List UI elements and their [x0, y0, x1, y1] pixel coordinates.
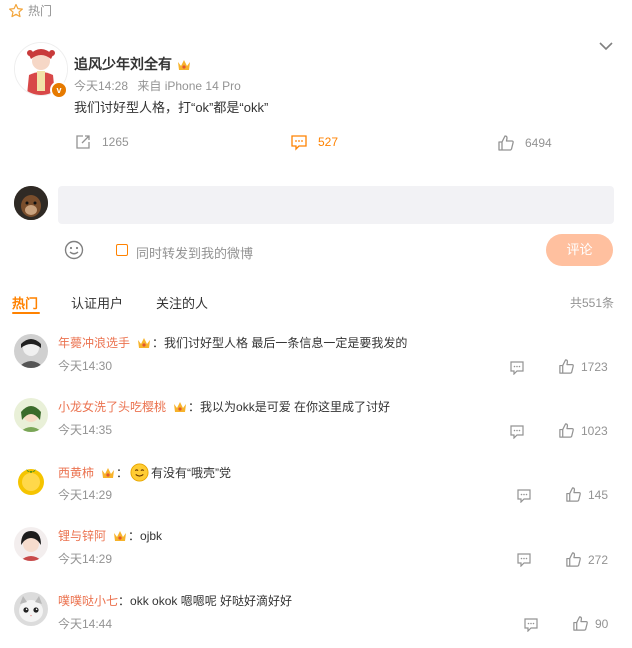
- comment-icon[interactable]: [516, 551, 532, 567]
- comment-separator: ：: [128, 529, 141, 543]
- comment-line: 噗噗哒小七 ： okk okok 嗯嗯呢 好哒好滴好好: [58, 592, 292, 609]
- post-author-name[interactable]: 追风少年刘全有: [74, 56, 172, 72]
- comment-like-button[interactable]: 1023: [558, 422, 608, 439]
- comment-time: 今天14:30: [58, 359, 113, 373]
- post-text: 我们讨好型人格，打“ok”都是“okk”: [74, 100, 269, 115]
- comment-icon[interactable]: [509, 423, 525, 439]
- tab-verified-users[interactable]: 认证用户: [71, 293, 123, 312]
- repost-button[interactable]: 1265: [74, 133, 129, 151]
- repost-icon: [76, 135, 90, 149]
- comment-like-count: 272: [588, 552, 609, 567]
- commenter-name[interactable]: 噗噗哒小七: [58, 592, 118, 609]
- comment-separator: ：: [116, 466, 129, 480]
- emoji-icon[interactable]: [64, 240, 84, 260]
- like-icon: [559, 359, 574, 374]
- like-icon: [566, 552, 581, 567]
- comment-button[interactable]: 527: [290, 133, 338, 151]
- commenter-name[interactable]: 西黄柿: [58, 464, 94, 481]
- commenter-avatar[interactable]: [14, 463, 48, 497]
- like-icon: [498, 135, 514, 151]
- commenter-avatar[interactable]: [14, 592, 48, 626]
- commenter-name[interactable]: 小龙女洗了头吃樱桃: [58, 398, 166, 415]
- comment-separator: ：: [152, 336, 165, 350]
- repost-checkbox[interactable]: [116, 244, 128, 256]
- star-icon: [9, 3, 23, 17]
- crown-icon: [138, 337, 151, 348]
- comment-like-button[interactable]: 145: [565, 486, 608, 503]
- comment-time: 今天14:29: [58, 488, 113, 502]
- comment-text: 我以为okk是可爱 在你这里成了讨好: [200, 400, 391, 414]
- comment-like-count: 1723: [581, 359, 608, 374]
- comment-text: 我们讨好型人格 最后一条信息一定是要我发的: [164, 336, 408, 350]
- hot-label-text: 热门: [28, 4, 53, 18]
- like-count: 6494: [525, 136, 552, 150]
- comment-input[interactable]: [58, 186, 614, 224]
- commenter-avatar[interactable]: [14, 398, 48, 432]
- like-icon: [573, 616, 588, 631]
- comment-line: 锂与锌阿 ： ojbk: [58, 527, 162, 544]
- comment-separator: ：: [118, 594, 131, 608]
- comment-like-count: 1023: [581, 423, 608, 438]
- comment-icon[interactable]: [516, 487, 532, 503]
- current-user-avatar: [14, 186, 48, 220]
- verified-badge: v: [50, 81, 68, 99]
- comment-line: 小龙女洗了头吃樱桃 ： 我以为okk是可爱 在你这里成了讨好: [58, 398, 390, 415]
- smile-emoji-icon: [130, 463, 149, 482]
- crown-icon: [177, 60, 190, 71]
- post-author-line: 追风少年刘全有: [74, 54, 192, 74]
- like-button[interactable]: 6494: [497, 134, 552, 152]
- commenter-name[interactable]: 锂与锌阿: [58, 527, 106, 544]
- comment-like-count: 145: [588, 487, 609, 502]
- crown-icon: [114, 530, 127, 541]
- comment-count: 527: [318, 135, 339, 149]
- commenter-avatar[interactable]: [14, 334, 48, 368]
- submit-comment-button[interactable]: 评论: [546, 234, 613, 266]
- crown-icon: [102, 467, 115, 478]
- tab-hot[interactable]: 热门: [12, 293, 38, 312]
- commenter-avatar[interactable]: [14, 527, 48, 561]
- comment-icon[interactable]: [523, 616, 539, 632]
- comment-separator: ：: [188, 400, 201, 414]
- comment-like-button[interactable]: 90: [572, 615, 608, 632]
- comment-time: 今天14:29: [58, 552, 113, 566]
- repost-count: 1265: [102, 135, 129, 149]
- comment-line: 西黄柿 ： 有没有“哦壳”党: [58, 463, 231, 482]
- comment-icon[interactable]: [509, 359, 525, 375]
- comment-like-button[interactable]: 1723: [558, 358, 608, 375]
- repost-checkbox-label[interactable]: 同时转发到我的微博: [136, 243, 253, 262]
- active-tab-indicator: [12, 312, 40, 314]
- crown-icon: [174, 401, 187, 412]
- tab-following[interactable]: 关注的人: [156, 293, 208, 312]
- comment-like-count: 90: [595, 616, 609, 631]
- comment-line: 年薨冲浪选手 ： 我们讨好型人格 最后一条信息一定是要我发的: [58, 334, 407, 351]
- comment-text: okk okok 嗯嗯呢 好哒好滴好好: [130, 594, 293, 608]
- comment-text: 有没有“哦壳”党: [151, 466, 232, 480]
- comment-text: ojbk: [140, 528, 163, 543]
- comment-icon: [291, 135, 307, 151]
- post-meta: 今天14:28 来自 iPhone 14 Pro: [74, 77, 241, 94]
- comment-time: 今天14:44: [58, 617, 113, 631]
- like-icon: [566, 487, 581, 502]
- total-count: 共551条: [570, 296, 615, 310]
- comment-time: 今天14:35: [58, 423, 113, 437]
- chevron-down-icon[interactable]: [598, 40, 614, 52]
- hot-section-label: 热门: [8, 2, 52, 19]
- comment-like-button[interactable]: 272: [565, 551, 608, 568]
- commenter-name[interactable]: 年薨冲浪选手: [58, 334, 130, 351]
- like-icon: [559, 423, 574, 438]
- post-source: 来自 iPhone 14 Pro: [137, 79, 241, 93]
- post-time: 今天14:28: [74, 79, 129, 93]
